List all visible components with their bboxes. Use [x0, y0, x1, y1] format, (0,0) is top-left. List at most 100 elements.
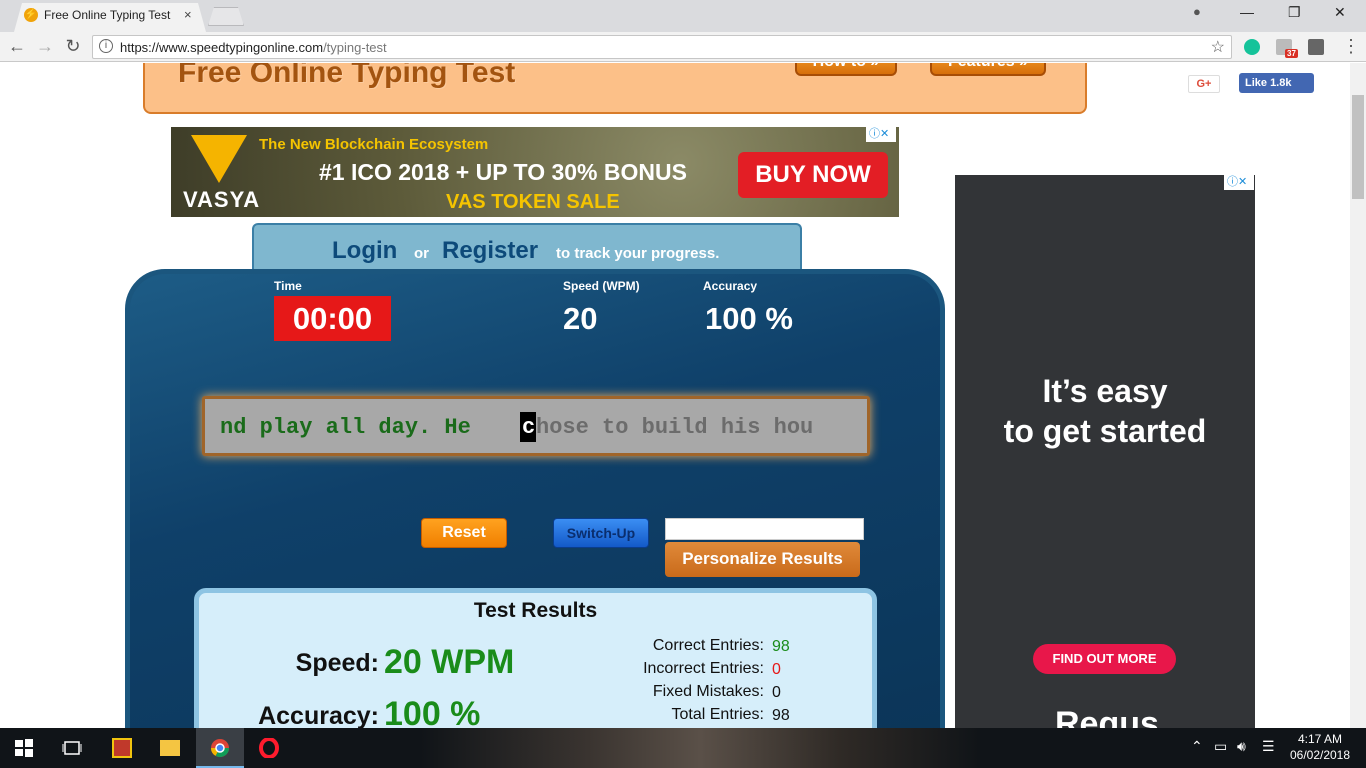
right-side-ad[interactable]: It’s easy to get started FIND OUT MORE R… — [955, 175, 1255, 728]
find-out-more-button[interactable]: FIND OUT MORE — [1033, 644, 1176, 674]
task-view-icon — [62, 741, 82, 755]
typed-text: nd play all day. He — [220, 415, 485, 440]
typing-cursor: c — [520, 412, 536, 442]
bookmark-star-icon[interactable]: ☆ — [1211, 37, 1225, 57]
start-button[interactable] — [0, 728, 48, 768]
close-window-button[interactable]: ✕ — [1334, 4, 1346, 21]
features-button[interactable]: Features » — [930, 63, 1046, 76]
result-speed-value: 20 WPM — [384, 643, 515, 681]
speed-value: 20 — [563, 301, 598, 336]
web-page: Free Online Typing Test How to » Feature… — [0, 63, 1350, 728]
system-clock[interactable]: 4:17 AM 06/02/2018 — [1288, 731, 1352, 763]
accuracy-label: Accuracy — [703, 279, 758, 293]
correct-entries-label: Correct Entries: — [652, 637, 764, 654]
top-banner-ad[interactable]: VASYA The New Blockchain Ecosystem #1 IC… — [171, 127, 899, 217]
menu-icon[interactable]: ⋮ — [1342, 36, 1360, 57]
taskbar-opera[interactable] — [245, 728, 293, 768]
accuracy-value: 100 % — [705, 301, 793, 336]
buy-now-button[interactable]: BUY NOW — [738, 152, 888, 198]
ad-line-1: The New Blockchain Ecosystem — [259, 136, 489, 153]
result-accuracy-label: Accuracy: — [258, 702, 379, 728]
windows-taskbar: ⌃ ▭ 🔊︎ ☰ 4:17 AM 06/02/2018 — [0, 728, 1366, 768]
paint-app-icon — [112, 738, 132, 758]
forward-arrow-icon[interactable]: → — [34, 36, 56, 57]
time-label: Time — [274, 279, 302, 293]
ad-line-2: #1 ICO 2018 + UP TO 30% BONUS — [319, 159, 687, 185]
incorrect-entries-value: 0 — [772, 661, 781, 678]
login-bar: Login or Register to track your progress… — [252, 223, 802, 273]
info-icon[interactable]: i — [99, 39, 113, 53]
scrollbar-thumb[interactable] — [1352, 95, 1364, 199]
browser-tab-title[interactable]: Free Online Typing Test - — [44, 8, 172, 22]
camera-extension-icon[interactable] — [1308, 39, 1324, 55]
vasya-logo-icon — [191, 135, 247, 183]
untyped-text: hose to build his hou — [536, 415, 814, 440]
tab-close-icon[interactable]: × — [184, 7, 192, 22]
google-plus-button[interactable]: G+ — [1188, 75, 1220, 93]
url-text[interactable]: https://www.speedtypingonline.com/typing… — [120, 40, 387, 55]
minimize-button[interactable]: — — [1240, 4, 1254, 20]
personalize-name-input[interactable] — [665, 518, 864, 540]
facebook-like-button[interactable]: Like 1.8k — [1239, 73, 1314, 93]
ad-brand: VASYA — [183, 187, 261, 212]
typing-panel: Time 00:00 Speed (WPM) 20 Accuracy 100 %… — [125, 269, 945, 728]
clock-time: 4:17 AM — [1297, 732, 1343, 746]
keyboard-icon[interactable]: ☰ — [1262, 738, 1275, 755]
switch-up-button[interactable]: Switch-Up — [553, 518, 649, 548]
fixed-mistakes-value: 0 — [772, 684, 781, 701]
opera-icon — [259, 738, 279, 758]
network-icon[interactable]: ▭ — [1214, 738, 1227, 755]
how-to-button[interactable]: How to » — [795, 63, 897, 76]
track-progress-text: to track your progress. — [556, 245, 720, 262]
ad-headline-2: to get started — [1003, 413, 1207, 449]
clock-date: 06/02/2018 — [1289, 748, 1351, 762]
site-title[interactable]: Free Online Typing Test — [178, 63, 515, 90]
site-favicon-icon: ⚡ — [24, 8, 38, 22]
chrome-icon — [211, 739, 229, 758]
ad-headline-1: It’s easy — [1042, 373, 1168, 409]
url-host: https://www.speedtypingonline.com — [120, 40, 324, 55]
result-speed-label: Speed: — [295, 649, 379, 677]
correct-entries-value: 98 — [772, 638, 790, 655]
regus-logo: Regus — [1055, 705, 1159, 728]
incorrect-entries-label: Incorrect Entries: — [643, 660, 764, 677]
taskbar-wallpaper — [420, 728, 980, 768]
task-view-button[interactable] — [48, 728, 96, 768]
folder-icon — [160, 740, 180, 756]
grammarly-icon[interactable] — [1244, 39, 1260, 55]
taskbar-app-paint[interactable] — [98, 728, 146, 768]
volume-icon[interactable]: 🔊︎ — [1237, 738, 1246, 755]
taskbar-file-explorer[interactable] — [146, 728, 194, 768]
total-entries-value: 98 — [772, 707, 790, 724]
cursor-char: c — [522, 415, 536, 440]
extension-badge: 37 — [1285, 49, 1298, 58]
adchoices-icon[interactable]: ⓘ✕ — [866, 127, 896, 142]
tray-chevron-icon[interactable]: ⌃ — [1191, 738, 1203, 755]
browser-tab-bar: ⚡ Free Online Typing Test - × ● — ❐ ✕ — [0, 0, 1366, 32]
restore-button[interactable]: ❐ — [1288, 4, 1301, 21]
reload-icon[interactable]: ↻ — [62, 36, 84, 57]
register-link[interactable]: Register — [442, 237, 538, 265]
results-title: Test Results — [473, 599, 598, 622]
test-results-panel: Test Results Speed: 20 WPM Accuracy: 100… — [194, 588, 877, 728]
speed-label: Speed (WPM) — [563, 279, 640, 293]
fixed-mistakes-label: Fixed Mistakes: — [652, 683, 764, 700]
adchoices-icon-right[interactable]: ⓘ✕ — [1224, 175, 1254, 190]
site-header: Free Online Typing Test How to » Feature… — [143, 63, 1087, 114]
result-accuracy-value: 100 % — [384, 695, 481, 728]
taskbar-chrome[interactable] — [196, 728, 244, 768]
personalize-results-button[interactable]: Personalize Results — [665, 542, 860, 577]
or-text: or — [414, 245, 429, 262]
reset-button[interactable]: Reset — [421, 518, 507, 548]
account-icon[interactable]: ● — [1193, 4, 1201, 19]
new-tab-button[interactable] — [208, 7, 244, 26]
back-arrow-icon[interactable]: ← — [6, 36, 28, 57]
ad-line-3: VAS TOKEN SALE — [446, 191, 620, 213]
page-scrollbar[interactable] — [1350, 63, 1366, 728]
browser-toolbar: ← → ↻ i https://www.speedtypingonline.co… — [0, 32, 1366, 62]
typing-text-area[interactable]: nd play all day. He c hose to build his … — [202, 396, 870, 456]
address-bar[interactable]: i https://www.speedtypingonline.com/typi… — [92, 35, 1232, 59]
total-entries-label: Total Entries: — [671, 706, 764, 723]
login-link[interactable]: Login — [332, 237, 397, 265]
url-path: /typing-test — [323, 40, 387, 55]
